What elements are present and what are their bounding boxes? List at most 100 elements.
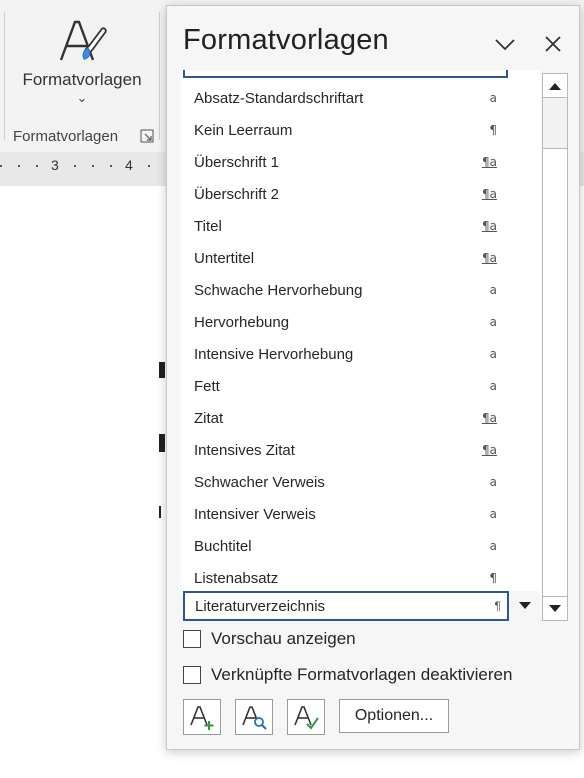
style-inspector-button[interactable] [235, 699, 273, 735]
ruler-tick [74, 165, 76, 167]
paragraph-style-icon: ¶ [489, 571, 497, 585]
selected-style-item[interactable]: Literaturverzeichnis ¶ [183, 591, 509, 621]
ruler-tick [36, 165, 38, 167]
style-label: Intensiver Verweis [194, 505, 316, 523]
linked-style-icon: ¶a [482, 155, 497, 169]
style-label: Intensive Hervorhebung [194, 345, 354, 363]
style-label: Titel [194, 217, 222, 235]
style-label: Literaturverzeichnis [195, 597, 326, 615]
styles-pane: Formatvorlagen Absatz-Standardschriftart… [166, 5, 580, 750]
style-label: Schwache Hervorhebung [194, 281, 363, 299]
style-label: Buchtitel [194, 537, 252, 555]
scrollbar[interactable] [542, 73, 568, 621]
character-style-icon: a [489, 283, 497, 297]
style-list-item[interactable]: Intensive Hervorhebung a [181, 338, 507, 370]
style-list-item[interactable]: Untertitel ¶a [181, 242, 507, 274]
preview-checkbox-label: Vorschau anzeigen [211, 629, 356, 648]
caret-down-icon [549, 604, 561, 612]
style-list-item[interactable]: Intensiver Verweis a [181, 498, 507, 530]
linked-style-icon: ¶a [482, 251, 497, 265]
style-list-item[interactable]: Hervorhebung a [181, 306, 507, 338]
ribbon-divider [4, 12, 5, 140]
new-style-button[interactable] [183, 699, 221, 735]
pane-title: Formatvorlagen [183, 24, 389, 56]
linked-styles-checkbox-row[interactable]: Verknüpfte Formatvorlagen deaktivieren [183, 665, 512, 685]
options-button[interactable]: Optionen... [339, 699, 449, 733]
style-label: Kein Leerraum [194, 121, 293, 139]
style-label: Intensives Zitat [194, 441, 295, 459]
style-inspector-icon [242, 706, 267, 730]
style-label: Fett [194, 377, 220, 395]
ruler-tick [92, 165, 94, 167]
document-text-fragment [159, 506, 161, 518]
style-label: Listenabsatz [194, 569, 279, 587]
ruler-tick [110, 165, 112, 167]
character-style-icon: a [489, 539, 497, 553]
ruler-tick [18, 165, 20, 167]
close-button[interactable] [539, 30, 567, 58]
style-label: Zitat [194, 409, 224, 427]
style-list-item[interactable]: Zitat ¶a [181, 402, 507, 434]
ribbon-group-label: Formatvorlagen [13, 128, 119, 145]
scroll-thumb[interactable] [543, 148, 567, 596]
style-label: Schwacher Verweis [194, 473, 325, 491]
style-list-item[interactable]: Kein Leerraum ¶ [181, 114, 507, 146]
styles-brush-icon [59, 20, 107, 61]
linked-styles-checkbox[interactable] [183, 666, 201, 684]
style-label: Absatz-Standardschriftart [194, 89, 364, 107]
document-text-fragment [159, 434, 165, 452]
style-list-item[interactable]: Buchtitel a [181, 530, 507, 562]
scroll-up-button[interactable] [543, 74, 567, 98]
paragraph-style-icon: ¶ [489, 123, 497, 137]
list-item-border [183, 70, 508, 78]
caret-up-icon [549, 82, 561, 90]
linked-style-icon: ¶a [482, 443, 497, 457]
ruler-tick [0, 165, 2, 167]
character-style-icon: a [489, 379, 497, 393]
style-label: Überschrift 2 [194, 185, 280, 203]
styles-gallery-button[interactable]: Formatvorlagen ⌄ [12, 8, 152, 112]
paragraph-style-icon: ¶ [494, 599, 501, 613]
style-label: Überschrift 1 [194, 153, 280, 171]
scroll-down-button[interactable] [543, 596, 567, 620]
dialog-launcher-icon[interactable] [140, 129, 154, 143]
style-list-item[interactable]: Titel ¶a [181, 210, 507, 242]
chevron-down-icon: ⌄ [76, 90, 88, 105]
style-list-item[interactable]: Absatz-Standardschriftart a [181, 82, 507, 114]
ruler-number: 4 [125, 157, 133, 173]
pane-options-button[interactable] [491, 30, 519, 58]
preview-checkbox[interactable] [183, 630, 201, 648]
chevron-down-icon [495, 39, 515, 51]
ruler-tick [148, 165, 150, 167]
character-style-icon: a [489, 91, 497, 105]
character-style-icon: a [489, 347, 497, 361]
linked-style-icon: ¶a [482, 411, 497, 425]
style-list-item[interactable]: Schwacher Verweis a [181, 466, 507, 498]
style-list-item[interactable]: Fett a [181, 370, 507, 402]
manage-styles-button[interactable] [287, 699, 325, 735]
style-dropdown-button[interactable] [510, 591, 540, 621]
preview-checkbox-row[interactable]: Vorschau anzeigen [183, 629, 356, 649]
character-style-icon: a [489, 315, 497, 329]
scroll-track[interactable] [543, 98, 567, 148]
style-list[interactable]: Absatz-Standardschriftart a Kein Leerraum ¶… [181, 70, 541, 594]
linked-styles-checkbox-label: Verknüpfte Formatvorlagen deaktivieren [211, 665, 513, 684]
style-list-item[interactable]: Intensives Zitat ¶a [181, 434, 507, 466]
styles-button-label: Formatvorlagen [22, 70, 142, 89]
document-text-fragment [159, 362, 165, 378]
style-list-item[interactable]: Schwache Hervorhebung a [181, 274, 507, 306]
character-style-icon: a [489, 507, 497, 521]
linked-style-icon: ¶a [482, 219, 497, 233]
style-list-item[interactable]: Überschrift 1 ¶a [181, 146, 507, 178]
linked-style-icon: ¶a [482, 187, 497, 201]
ribbon-divider [159, 12, 160, 140]
ruler-number: 3 [51, 157, 59, 173]
style-label: Untertitel [194, 249, 255, 267]
style-label: Hervorhebung [194, 313, 290, 331]
manage-styles-icon [294, 706, 319, 730]
style-list-item[interactable]: Überschrift 2 ¶a [181, 178, 507, 210]
style-list-item[interactable]: Listenabsatz ¶ [181, 562, 507, 594]
caret-down-icon [519, 602, 531, 609]
new-style-icon [190, 706, 214, 730]
close-icon [545, 36, 561, 52]
